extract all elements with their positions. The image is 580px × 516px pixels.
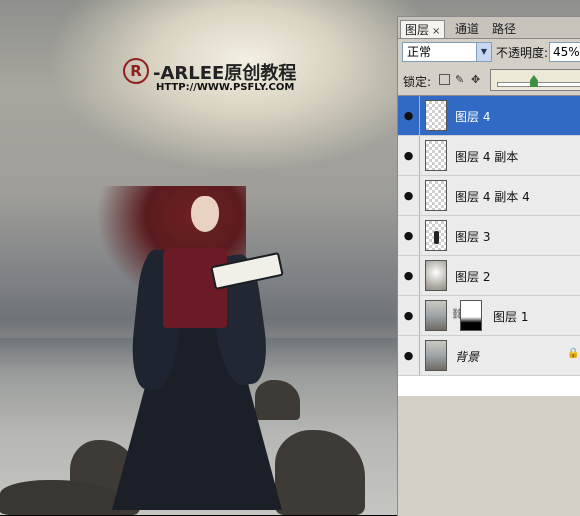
layer-row[interactable]: ● 图层 4 副本 4 bbox=[398, 176, 580, 216]
eye-icon[interactable]: ● bbox=[398, 176, 420, 215]
layer-row[interactable]: ● 图层 4 副本 bbox=[398, 136, 580, 176]
layer-thumbnail[interactable] bbox=[425, 260, 447, 291]
blend-mode-select[interactable]: 正常 ▼ bbox=[402, 42, 492, 62]
opacity-input[interactable]: 45% bbox=[549, 42, 580, 62]
lock-label: 锁定: bbox=[403, 75, 432, 89]
layer-row[interactable]: ● 背景 🔒 bbox=[398, 336, 580, 376]
layer-thumbnail[interactable] bbox=[425, 100, 447, 131]
opacity-slider-track[interactable] bbox=[497, 82, 580, 87]
registered-mark-icon: R bbox=[123, 58, 149, 84]
eye-icon[interactable]: ● bbox=[398, 256, 420, 295]
blend-mode-value: 正常 bbox=[407, 45, 432, 59]
layer-row[interactable]: ● 图层 4 bbox=[398, 96, 580, 136]
figure-silhouette bbox=[434, 231, 439, 244]
layer-name[interactable]: 图层 2 bbox=[455, 268, 490, 285]
layer-row[interactable]: ● 图层 3 bbox=[398, 216, 580, 256]
opacity-slider-popup[interactable] bbox=[490, 69, 580, 91]
eye-icon[interactable]: ● bbox=[398, 96, 420, 135]
layer-name[interactable]: 背景 bbox=[455, 348, 479, 365]
opacity-label: 不透明度: bbox=[496, 46, 549, 60]
close-icon[interactable]: × bbox=[432, 26, 440, 37]
layer-name[interactable]: 图层 3 bbox=[455, 228, 490, 245]
layer-row[interactable]: ● 图层 2 bbox=[398, 256, 580, 296]
panel-tab-bar: 图层 × 通道 路径 bbox=[398, 17, 580, 39]
opacity-slider-thumb[interactable] bbox=[529, 75, 538, 87]
layer-thumbnail[interactable] bbox=[425, 140, 447, 171]
layer-thumbnail[interactable] bbox=[425, 180, 447, 211]
layers-panel: 图层 × 通道 路径 正常 ▼ 不透明度: 45% 锁定: ✎ ✥ ● 图层 4 ● 图… bbox=[397, 16, 580, 516]
layer-row[interactable]: ● ⛓ 图层 1 bbox=[398, 296, 580, 336]
eye-icon[interactable]: ● bbox=[398, 216, 420, 255]
layer-name[interactable]: 图层 4 bbox=[455, 108, 490, 125]
tab-label: 图层 bbox=[405, 23, 430, 37]
layer-name[interactable]: 图层 1 bbox=[493, 308, 528, 325]
eye-icon[interactable]: ● bbox=[398, 296, 420, 335]
eye-icon[interactable]: ● bbox=[398, 136, 420, 175]
layer-list: ● 图层 4 ● 图层 4 副本 ● 图层 4 副本 4 ● 图层 3 ● 图层 2 ● ⛓ 图层 1 ●… bbox=[398, 95, 580, 396]
layer-mask-thumbnail[interactable] bbox=[460, 300, 482, 331]
rock bbox=[0, 480, 120, 515]
layer-name[interactable]: 图层 4 副本 bbox=[455, 148, 518, 165]
lock-row: 锁定: ✎ ✥ bbox=[398, 67, 580, 93]
watermark-url: HTTP://WWW.PSFLY.COM bbox=[156, 82, 295, 93]
woman-face bbox=[191, 196, 219, 232]
eye-icon[interactable]: ● bbox=[398, 336, 420, 375]
tab-layers[interactable]: 图层 × bbox=[400, 20, 446, 38]
layer-thumbnail[interactable] bbox=[425, 300, 447, 331]
chevron-down-icon[interactable]: ▼ bbox=[476, 43, 491, 61]
lock-paint-icon[interactable]: ✎ bbox=[455, 74, 466, 85]
move-icon[interactable]: ✥ bbox=[471, 74, 482, 85]
lock-icon: 🔒 bbox=[567, 348, 580, 359]
layer-thumbnail[interactable] bbox=[425, 220, 447, 251]
lock-transparency-icon[interactable] bbox=[439, 74, 450, 85]
layer-thumbnail[interactable] bbox=[425, 340, 447, 371]
tab-channels[interactable]: 通道 bbox=[451, 20, 483, 38]
tab-paths[interactable]: 路径 bbox=[488, 20, 520, 38]
layer-name[interactable]: 图层 4 副本 4 bbox=[455, 188, 530, 205]
rock bbox=[255, 380, 300, 420]
